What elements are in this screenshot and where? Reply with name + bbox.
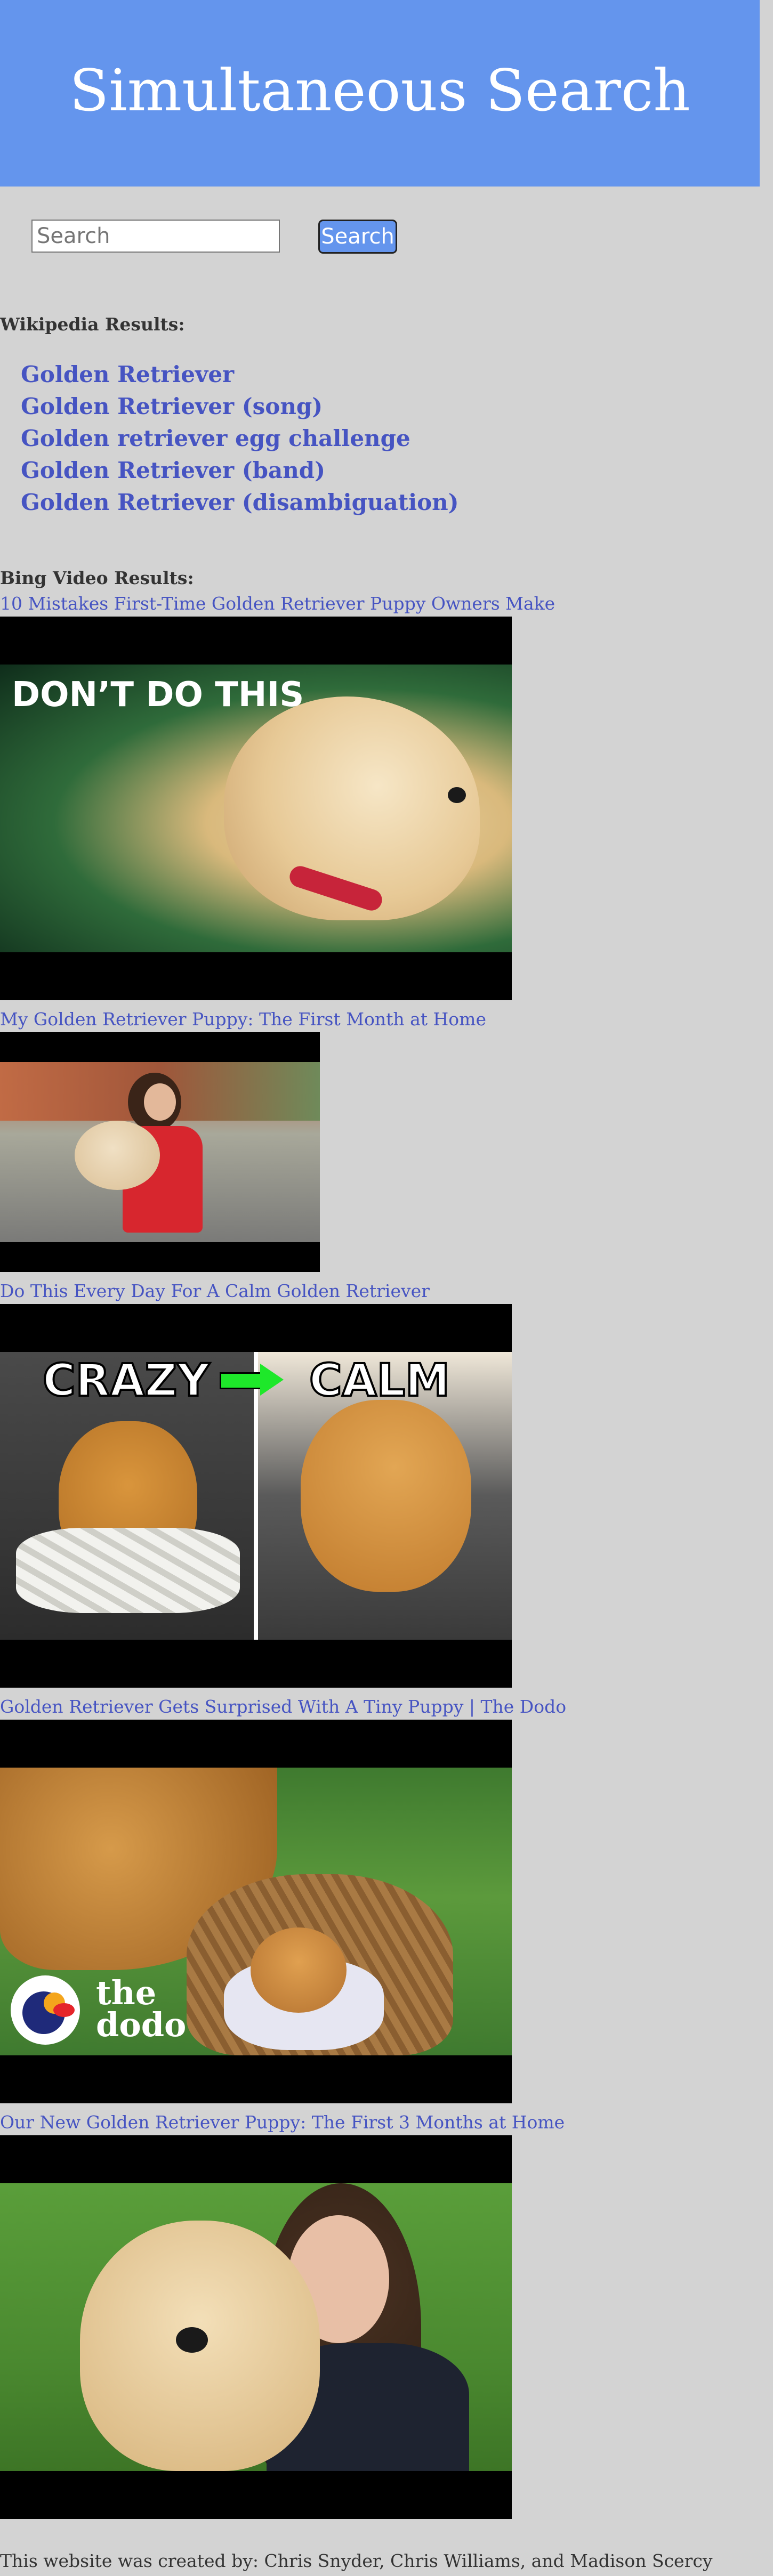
video-player[interactable]: [0, 2135, 512, 2519]
arrow-right-icon: [260, 1364, 284, 1396]
bing-heading: Bing Video Results:: [0, 568, 194, 588]
thumbnail-overlay-left: CRAZY: [42, 1353, 211, 1407]
wikipedia-result-link[interactable]: Golden Retriever (band): [21, 457, 325, 483]
arrow-shaft: [220, 1372, 265, 1389]
divider: [254, 1352, 258, 1640]
video-thumbnail: CRAZY CALM: [0, 1352, 512, 1640]
video-title-link[interactable]: 10 Mistakes First-Time Golden Retriever …: [0, 593, 555, 614]
video-player[interactable]: the dodo: [0, 1720, 512, 2103]
person-face: [144, 1083, 176, 1121]
puppy-image: [251, 1927, 347, 2013]
dodo-logo-icon: [11, 1975, 80, 2045]
footer-credits: This website was created by: Chris Snyde…: [0, 2550, 713, 2571]
list-item: Golden Retriever (disambiguation): [21, 487, 459, 519]
puppy-image: [75, 1121, 160, 1190]
list-item: Golden retriever egg challenge: [21, 423, 459, 455]
video-title-link[interactable]: My Golden Retriever Puppy: The First Mon…: [0, 1009, 486, 1030]
video-player[interactable]: DON’T DO THIS: [0, 617, 512, 1000]
wikipedia-result-link[interactable]: Golden Retriever (disambiguation): [21, 489, 459, 515]
header-banner: Simultaneous Search: [0, 0, 760, 187]
puppy-nose: [448, 787, 466, 803]
video-thumbnail: [0, 1062, 320, 1242]
dodo-logo-line1: the: [96, 1973, 157, 2012]
list-item: Golden Retriever (song): [21, 391, 459, 423]
wikipedia-result-link[interactable]: Golden Retriever: [21, 361, 234, 387]
list-item: Golden Retriever (band): [21, 455, 459, 487]
wikipedia-heading: Wikipedia Results:: [0, 314, 185, 335]
thumbnail-overlay-text: DON’T DO THIS: [12, 675, 304, 715]
video-thumbnail: the dodo: [0, 1768, 512, 2055]
video-thumbnail: DON’T DO THIS: [0, 665, 512, 952]
video-title-link[interactable]: Golden Retriever Gets Surprised With A T…: [0, 1696, 566, 1718]
wikipedia-result-link[interactable]: Golden Retriever (song): [21, 393, 323, 419]
dodo-logo-line2: dodo: [96, 2005, 187, 2044]
torn-paper: [16, 1528, 240, 1613]
video-thumbnail: [0, 2183, 512, 2471]
video-title-link[interactable]: Our New Golden Retriever Puppy: The Firs…: [0, 2112, 565, 2133]
search-button[interactable]: Search: [318, 220, 397, 254]
wikipedia-result-link[interactable]: Golden retriever egg challenge: [21, 425, 410, 451]
search-input[interactable]: [31, 220, 280, 253]
video-player[interactable]: [0, 1032, 320, 1272]
wikipedia-results-list: Golden Retriever Golden Retriever (song)…: [21, 359, 459, 519]
thumbnail-overlay-right: CALM: [308, 1353, 451, 1407]
puppy-nose: [176, 2327, 208, 2353]
dog-image: [301, 1400, 471, 1592]
list-item: Golden Retriever: [21, 359, 459, 391]
page-title: Simultaneous Search: [69, 58, 690, 124]
video-player[interactable]: CRAZY CALM: [0, 1304, 512, 1688]
video-title-link[interactable]: Do This Every Day For A Calm Golden Retr…: [0, 1281, 430, 1302]
